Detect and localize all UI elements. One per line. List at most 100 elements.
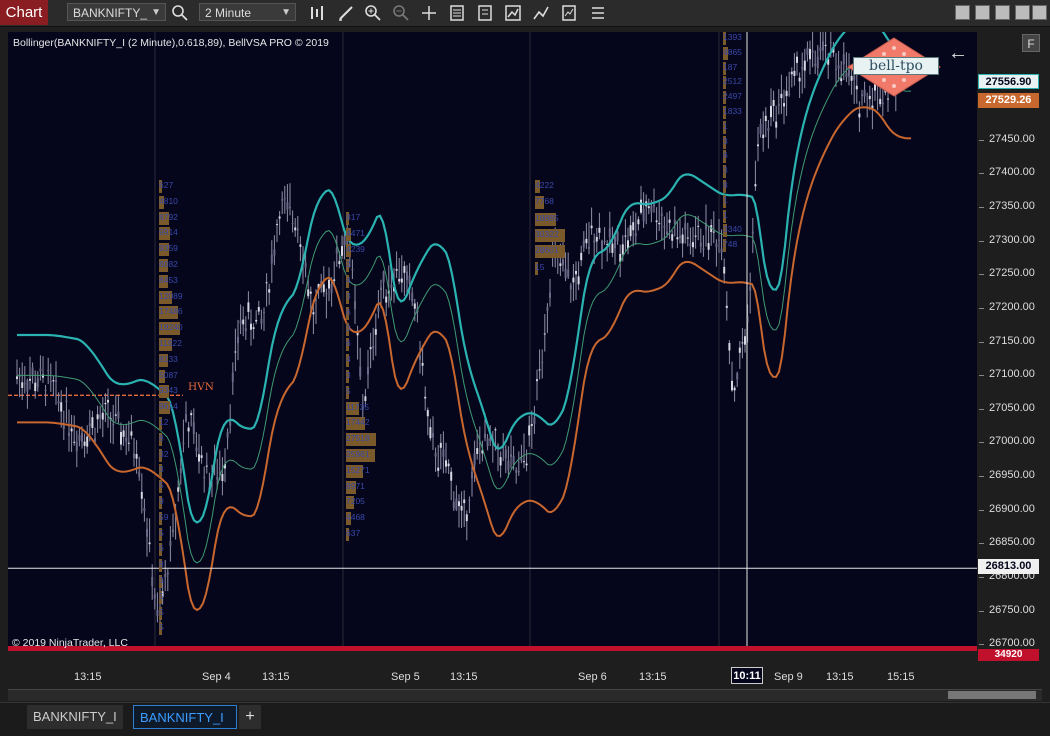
instrument-selector[interactable]: BANKNIFTY_ ▼ [67,3,166,21]
time-axis[interactable]: 13:15 Sep 4 13:15 Sep 5 13:15 Sep 6 13:15 Sep 9… [8,662,977,687]
volume-profile-label: 15 [535,261,545,272]
candle-body [278,216,281,219]
candle-body [354,301,356,310]
candle-body [166,572,169,575]
volume-profile-label: 5087 [159,369,178,380]
volume-profile-label: 25961 [346,449,370,459]
middle-band-line [17,59,912,564]
candle-body [296,228,299,231]
volume-profile-label: 11735 [346,401,370,412]
templates-icon[interactable] [559,3,579,23]
search-icon[interactable] [170,3,190,23]
close-button[interactable] [1032,5,1047,20]
candle-body [801,67,804,70]
candle-body [55,380,57,382]
candle-body [499,457,502,466]
minimize-button[interactable] [975,5,990,20]
time-tick-label: 13:15 [74,671,102,683]
volume-profile-label: 6 [723,150,728,161]
candle-body [707,243,710,250]
candle-body [44,389,47,391]
candle-body [307,289,310,297]
volume-profile-label: 12089 [159,290,183,301]
upper-band-line [17,32,912,524]
candle-body [764,115,767,122]
candle-body [338,261,341,265]
zoom-out-icon[interactable] [391,3,411,23]
chart-panel[interactable] [8,32,977,651]
candle-body [637,219,640,225]
strategies-icon[interactable] [503,3,523,23]
candle-body [634,233,637,237]
indicators-icon[interactable] [588,3,608,23]
candle-body [567,269,570,277]
candle-body [148,542,151,545]
bar-type-icon[interactable] [308,3,328,23]
candle-body [179,468,182,473]
volume-profile-label: 59 [159,511,169,522]
window-restore-button[interactable] [955,5,970,20]
candle-body [757,144,759,147]
price-tick-label: 26700.00 [979,637,1035,650]
tab-banknifty-1[interactable]: BANKNIFTY_I [27,705,123,729]
candle-body [265,282,268,284]
candle-body [242,319,245,325]
scrollbar-thumb[interactable] [948,691,1036,699]
back-arrow-icon[interactable]: ← [948,42,968,65]
candle-body [263,311,265,313]
time-tick-label: Sep 6 [578,671,607,683]
candle-body [364,396,367,401]
candle-body [455,498,458,510]
candle-body [333,279,336,281]
candle-body [679,236,681,238]
candle-body [325,293,328,295]
cursor-time-tag: 10:11 [731,667,763,684]
add-tab-button[interactable]: + [239,705,261,729]
interval-selector[interactable]: 2 Minute ▼ [199,3,296,21]
candle-body [837,65,840,69]
drawing-tools-icon[interactable] [531,3,551,23]
candle-body [702,248,705,250]
candle-body [133,453,135,458]
candle-body [104,403,107,405]
candle-body [796,56,798,63]
candle-body [432,433,434,438]
window-tile-button[interactable] [1015,5,1030,20]
candle-body [16,376,18,380]
crosshair-icon[interactable] [419,3,439,23]
tab-banknifty-2[interactable]: BANKNIFTY_I [133,705,237,729]
candle-body [68,432,70,437]
candle-body [380,287,382,291]
candle-body [377,308,380,312]
candle-body [172,529,174,533]
candle-body [447,463,450,467]
candle-body [816,56,819,68]
maximize-button[interactable] [995,5,1010,20]
interval-value: 2 Minute [205,6,252,20]
volume-profile-label: 3 [346,370,351,380]
candle-body [252,327,255,329]
zoom-in-icon[interactable] [363,3,383,23]
candle-body [806,47,809,55]
candle-body [585,238,588,244]
candle-body [382,271,385,283]
horizontal-scrollbar[interactable] [8,689,1042,701]
candle-body [153,594,156,599]
data-box-icon[interactable] [447,3,467,23]
volume-profile-label: 7768 [535,196,554,207]
candle-body [73,441,76,443]
properties-icon[interactable] [475,3,495,23]
candle-body [663,226,666,228]
candle-body [294,227,297,231]
candle-body [809,48,811,60]
candle-body [881,102,884,105]
candle-body [372,345,375,349]
volume-profile-label: 19240 [159,322,183,333]
candle-body [260,318,263,324]
candle-body [731,380,733,391]
candle-body [250,323,252,330]
draw-icon[interactable] [336,3,356,23]
volume-profile-label: 5 [346,385,351,396]
price-chart[interactable] [8,32,977,651]
candle-body [671,234,674,241]
